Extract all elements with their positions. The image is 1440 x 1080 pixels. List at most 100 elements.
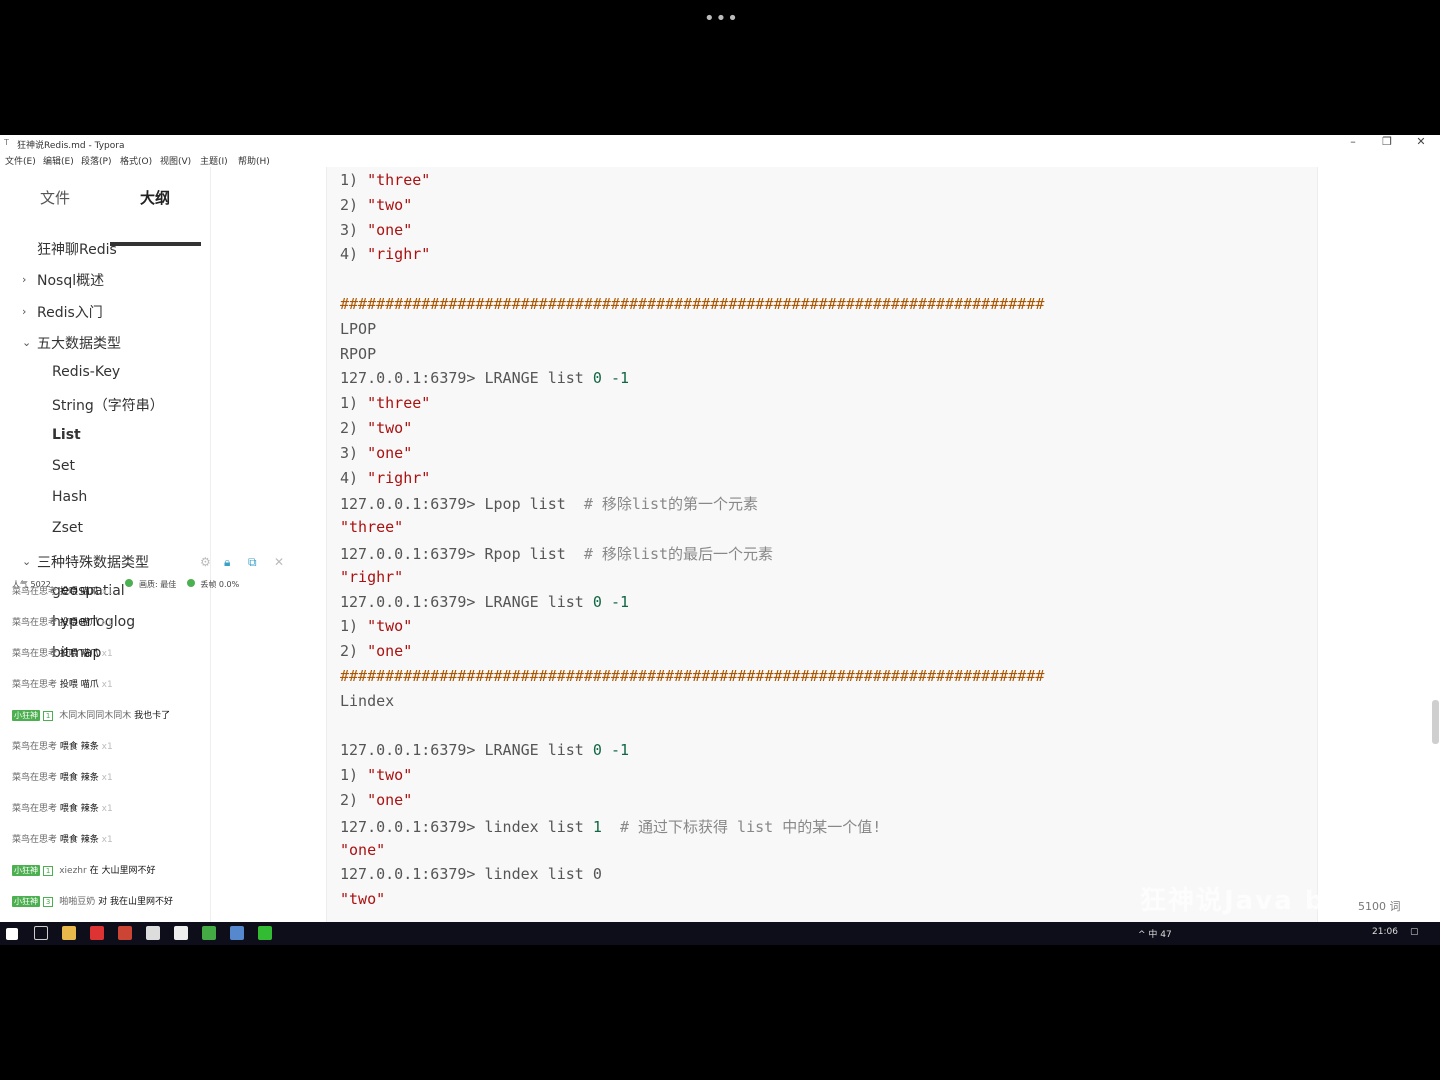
fan-badge: 小狂神 [12,710,40,721]
start-icon[interactable] [6,928,18,940]
code-token: 2) [340,419,368,437]
overlay-close-icon[interactable]: ✕ [274,555,284,569]
word-count[interactable]: 5100 词 [1358,898,1401,914]
explorer-icon[interactable] [62,926,76,940]
tab-outline[interactable]: 大纲 [140,187,170,208]
video-letterbox-bottom [0,945,1440,1080]
outline-item[interactable]: Nosql概述 [37,270,104,290]
code-token: -1 [610,592,629,611]
notification-icon[interactable]: ▢ [1410,927,1419,937]
code-token: "one" [340,840,386,859]
danmaku-message: 对 我在山里网不好 [98,897,173,907]
chevron-icon[interactable]: ⌄ [22,555,31,568]
window-title: 狂神说Redis.md - Typora [17,141,125,151]
danmaku-action: 投喂 [59,587,78,597]
code-token: # 通过下标获得 list 中的某一个值! [601,817,882,836]
code-token: 1) [340,617,368,636]
code-line: "one" [340,841,385,859]
code-line: Lindex [340,692,394,710]
windows-taskbar: ^ 中 47 21:06 ▢ [0,922,1440,945]
code-token: "one" [367,791,413,809]
code-token: "three" [367,394,431,413]
danmaku-action: 喂食 [59,773,78,783]
code-token: "three" [340,518,404,537]
danmaku-action: 投喂 [59,680,78,690]
outline-item[interactable]: List [52,427,81,443]
quality-status-icon [125,579,134,587]
clock[interactable]: 21:06 [1372,927,1398,937]
code-line: 127.0.0.1:6379> LRANGE list 0 -1 [340,741,629,759]
code-token: 2) [340,195,368,214]
danmaku-user: 菜鸟在思考 [12,680,58,690]
outline-item[interactable]: String（字符串） [52,395,164,415]
tab-files[interactable]: 文件 [40,187,70,208]
code-token: 127.0.0.1:6379> Rpop list [340,545,584,563]
code-line: 2) "two" [340,419,412,437]
code-token: ########################################… [340,667,1045,685]
chevron-icon[interactable]: › [22,305,26,318]
terminal-icon[interactable] [146,926,160,940]
chat-icon[interactable] [202,926,216,940]
danmaku-user: 菜鸟在思考 [12,804,58,814]
danmaku-user: 啪啪豆奶 [59,897,96,907]
outline-item[interactable]: 五大数据类型 [37,333,121,353]
outline-item[interactable]: Redis入门 [37,302,103,322]
gift-name: 辣条 [80,804,99,814]
code-line: 1) "three" [340,394,430,412]
popout-icon[interactable]: ⧉ [248,555,257,570]
chevron-icon[interactable]: ⌄ [22,336,31,349]
system-tray[interactable]: ^ 中 47 [1138,927,1172,940]
menu-theme[interactable]: 主题(I) [200,154,228,167]
danmaku-item: 菜鸟在思考 投喂 喵爪 x1 [12,615,113,628]
close-button[interactable]: ✕ [1404,135,1438,151]
typora-taskbar-icon[interactable] [174,926,188,940]
code-token: 1) [340,766,368,785]
code-token: 1 [592,817,602,836]
menu-edit[interactable]: 编辑(E) [43,154,74,167]
gift-count: x1 [101,680,113,690]
settings-icon[interactable]: ⚙ [200,555,211,569]
minimize-button[interactable]: – [1336,135,1370,151]
player-menu-icon[interactable]: ••• [704,8,739,29]
danmaku-message: 我也卡了 [134,711,171,721]
outline-item[interactable]: 狂神聊Redis [37,239,117,259]
outline-item[interactable]: Hash [52,489,87,505]
editor-scrollbar[interactable] [1432,700,1439,744]
task-view-icon[interactable] [34,926,48,940]
menu-paragraph[interactable]: 段落(P) [81,154,111,167]
code-token: "one" [367,220,413,239]
lock-icon[interactable]: 🔒︎ [224,555,230,570]
code-line: RPOP [340,345,376,363]
editor-code-block[interactable]: 1) "three" 2) "two" 3) "one" 4) "righr" ####… [326,167,1318,922]
code-token: RPOP [340,344,377,363]
menu-file[interactable]: 文件(E) [5,154,36,167]
menu-format[interactable]: 格式(O) [120,154,152,167]
outline-item[interactable]: Set [52,458,75,474]
app-icon-red[interactable] [118,926,132,940]
danmaku-user: 木同木同同木同木 [59,711,132,721]
code-token: 3) [340,220,368,239]
code-token: ########################################… [340,295,1045,313]
code-line: 3) "one" [340,444,412,462]
menu-view[interactable]: 视图(V) [160,154,191,167]
fan-badge: 小狂神 [12,896,40,907]
code-token: 3) [340,443,368,462]
wechat-icon[interactable] [258,926,272,940]
screen-icon[interactable] [230,926,244,940]
outline-item[interactable]: 三种特殊数据类型 [37,552,149,572]
menu-help[interactable]: 帮助(H) [238,154,270,167]
danmaku-user: xiezhr [59,866,87,876]
danmaku-item: 小狂神 1 xiezhr 在 大山里网不好 [12,863,155,876]
restore-button[interactable]: ❐ [1370,135,1404,151]
chevron-icon[interactable]: › [22,273,26,286]
video-letterbox-top: ••• [0,0,1440,135]
code-token: "two" [340,890,386,909]
active-tab-indicator [110,242,201,246]
typora-window: T 狂神说Redis.md - Typora – ❐ ✕ 文件(E) 编辑(E)… [0,135,1440,945]
browser-icon[interactable] [90,926,104,940]
danmaku-action: 投喂 [59,649,78,659]
gift-name: 辣条 [80,773,99,783]
outline-item[interactable]: Redis-Key [52,364,120,380]
outline-item[interactable]: Zset [52,520,83,536]
gift-name: 喵爪 [80,618,99,628]
